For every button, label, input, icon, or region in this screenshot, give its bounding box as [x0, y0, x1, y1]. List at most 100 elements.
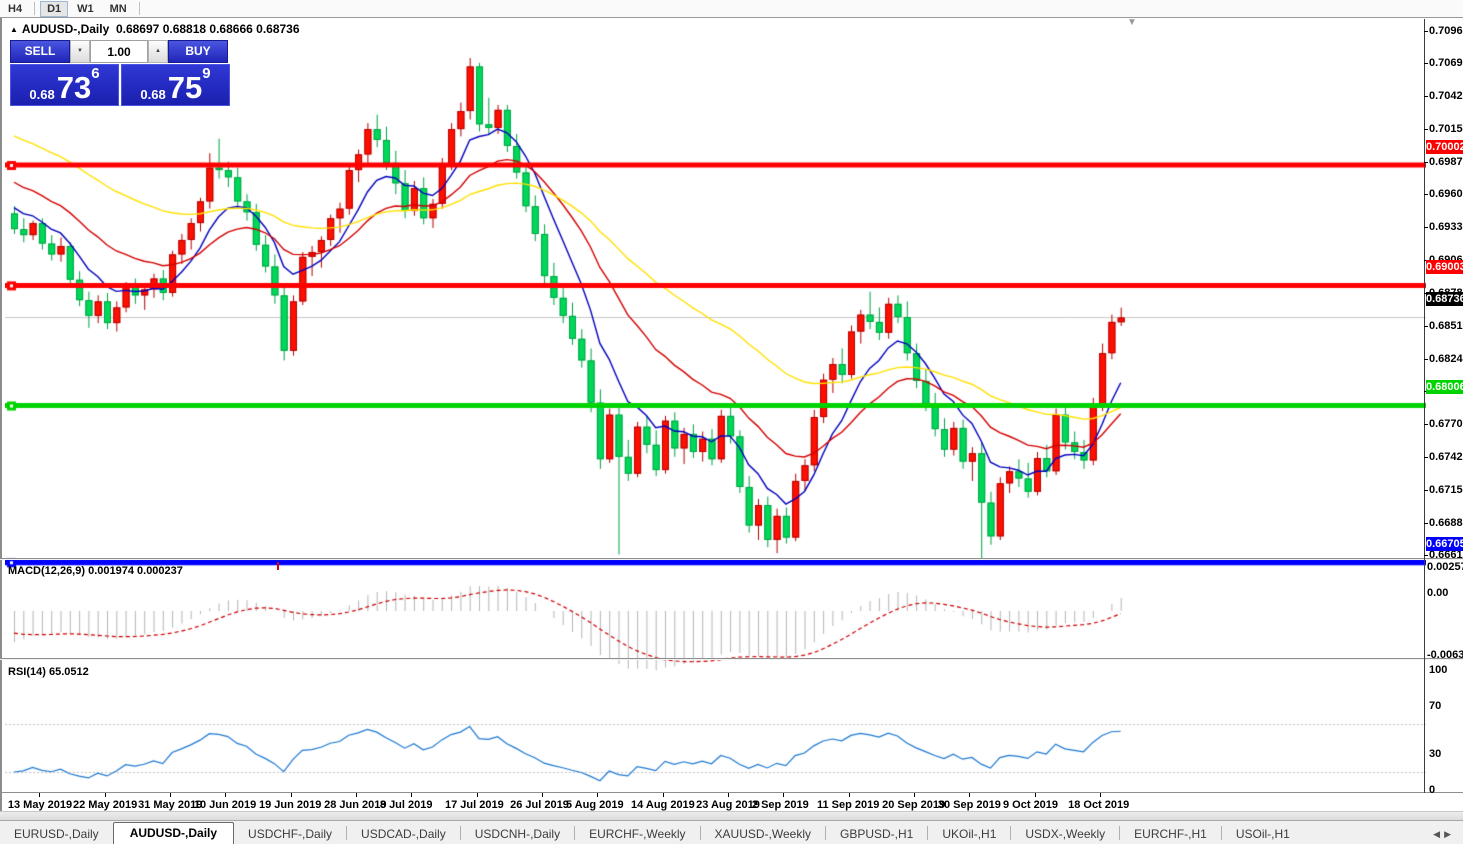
sell-button[interactable]: SELL	[10, 40, 70, 63]
panel-separator-highlight	[0, 659, 1463, 660]
buy-price-big: 75	[167, 70, 203, 105]
tab-scroll-arrows[interactable]: ◀▶	[1433, 829, 1463, 844]
macd-axis-label: 0.002574	[1427, 561, 1463, 573]
axis-tick	[1424, 523, 1428, 524]
macd-axis-label: 0.00	[1427, 587, 1449, 599]
tab-ukoil-h1[interactable]: UKOil-,H1	[928, 824, 1010, 844]
rsi-label: RSI(14) 65.0512	[8, 666, 89, 678]
macd-axis-label: -0.006326	[1427, 649, 1463, 661]
toolbar-separator	[138, 2, 140, 15]
date-tick	[728, 793, 729, 797]
date-tick	[542, 793, 543, 797]
ohlc-close: 0.68736	[256, 22, 300, 36]
sell-price-display[interactable]: 0.68 73 6	[10, 64, 119, 106]
macd-canvas[interactable]	[5, 578, 1426, 676]
tab-usoil-h1[interactable]: USOil-,H1	[1222, 824, 1304, 844]
axis-tick	[1424, 129, 1428, 130]
date-tick	[225, 793, 226, 797]
date-tick	[39, 793, 40, 797]
tab-eurusd-daily[interactable]: EURUSD-,Daily	[0, 824, 113, 844]
axis-tick	[1424, 227, 1428, 228]
tab-audusd-daily[interactable]: AUDUSD-,Daily	[112, 822, 235, 844]
collapse-triangle-icon[interactable]: ▲	[10, 25, 18, 34]
date-tick	[914, 793, 915, 797]
date-label: 14 Aug 2019	[631, 799, 695, 811]
tab-usdx-weekly[interactable]: USDX-,Weekly	[1011, 824, 1119, 844]
date-tick	[291, 793, 292, 797]
date-tick	[170, 793, 171, 797]
date-label: 8 Jul 2019	[379, 799, 433, 811]
tab-eurchf-weekly[interactable]: EURCHF-,Weekly	[575, 824, 699, 844]
chart-shift-marker-icon[interactable]: ▼	[1127, 17, 1137, 28]
date-label: 31 May 2019	[138, 799, 203, 811]
axis-tick	[1424, 194, 1428, 195]
date-label: 23 Aug 2019	[696, 799, 760, 811]
rsi-axis-label: 0	[1429, 784, 1436, 796]
tab-usdchf-daily[interactable]: USDCHF-,Daily	[234, 824, 346, 844]
timeframe-d1-button[interactable]: D1	[40, 0, 69, 17]
volume-increase-button[interactable]: ▲	[148, 40, 168, 63]
sell-price-big: 73	[56, 70, 92, 105]
rsi-canvas[interactable]	[5, 678, 1426, 810]
volume-input[interactable]	[90, 40, 148, 63]
date-label: 26 Jul 2019	[510, 799, 569, 811]
tab-usdcad-daily[interactable]: USDCAD-,Daily	[347, 824, 460, 844]
toolbar-separator	[34, 2, 36, 15]
timeframe-toolbar: H4 D1 W1 MN	[0, 0, 1463, 18]
axis-tick	[1424, 162, 1428, 163]
date-label: 9 Oct 2019	[1003, 799, 1059, 811]
date-tick	[411, 793, 412, 797]
main-chart-canvas[interactable]	[5, 37, 1426, 576]
horizontal-scrollbar[interactable]	[0, 811, 1463, 820]
buy-button[interactable]: BUY	[168, 40, 228, 63]
tab-gbpusd-h1[interactable]: GBPUSD-,H1	[826, 824, 927, 844]
date-label: 22 May 2019	[73, 799, 138, 811]
price-axis-label: 0.69875	[1429, 156, 1463, 168]
date-label: 2 Sep 2019	[751, 799, 809, 811]
price-line-badge: 0.68736	[1426, 292, 1463, 306]
arrow-up-icon: ▲	[155, 48, 161, 54]
tab-eurchf-h1[interactable]: EURCHF-,H1	[1120, 824, 1221, 844]
sell-price-prefix: 0.68	[29, 87, 55, 102]
chart-tab-bar: EURUSD-,Daily AUDUSD-,Daily USDCHF-,Daily U…	[0, 820, 1463, 844]
date-label: 30 Sep 2019	[937, 799, 1001, 811]
buy-price-pip: 9	[202, 65, 211, 82]
date-label: 10 Jun 2019	[193, 799, 257, 811]
price-axis-border	[1424, 19, 1425, 793]
date-label: 20 Sep 2019	[882, 799, 946, 811]
price-line-badge: 0.69003	[1426, 260, 1463, 274]
price-axis-label: 0.67425	[1429, 451, 1463, 463]
tab-usdcnh-daily[interactable]: USDCNH-,Daily	[461, 824, 574, 844]
ohlc-low: 0.68666	[209, 22, 253, 36]
tab-xauusd-weekly[interactable]: XAUUSD-,Weekly	[701, 824, 825, 844]
rsi-axis-label: 30	[1429, 748, 1442, 760]
date-label: 13 May 2019	[7, 799, 73, 811]
panel-separator	[0, 792, 1463, 793]
chart-window	[0, 18, 1463, 819]
timeframe-w1-button[interactable]: W1	[70, 1, 101, 17]
one-click-trading-panel: SELL ▼ ▲ BUY 0.68 73 6 0.68 75 9	[10, 40, 230, 106]
macd-object-marker	[277, 562, 279, 570]
mt4-application: H4 D1 W1 MN 0.70965 0.70695 0.70420 0.70150…	[0, 0, 1463, 844]
date-label: 19 Jun 2019	[259, 799, 322, 811]
axis-tick	[1424, 457, 1428, 458]
symbol-label: AUDUSD-,Daily	[21, 22, 110, 36]
price-axis-label: 0.68240	[1429, 353, 1463, 365]
price-line-badge: 0.70002	[1426, 140, 1463, 154]
price-axis-label: 0.67155	[1429, 484, 1463, 496]
date-label: 18 Oct 2019	[1068, 799, 1130, 811]
price-axis-label: 0.69330	[1429, 221, 1463, 233]
price-axis-label: 0.70695	[1429, 57, 1463, 69]
timeframe-h4-button[interactable]: H4	[1, 1, 29, 17]
arrow-down-icon: ▼	[77, 48, 83, 54]
price-axis-label: 0.67700	[1429, 418, 1463, 430]
axis-tick	[1424, 96, 1428, 97]
buy-price-display[interactable]: 0.68 75 9	[121, 64, 230, 106]
date-tick	[477, 793, 478, 797]
volume-decrease-button[interactable]: ▼	[70, 40, 90, 63]
timeframe-mn-button[interactable]: MN	[103, 1, 134, 17]
panel-separator-highlight	[0, 559, 1463, 560]
date-tick	[1100, 793, 1101, 797]
date-tick	[969, 793, 970, 797]
axis-tick	[1424, 490, 1428, 491]
